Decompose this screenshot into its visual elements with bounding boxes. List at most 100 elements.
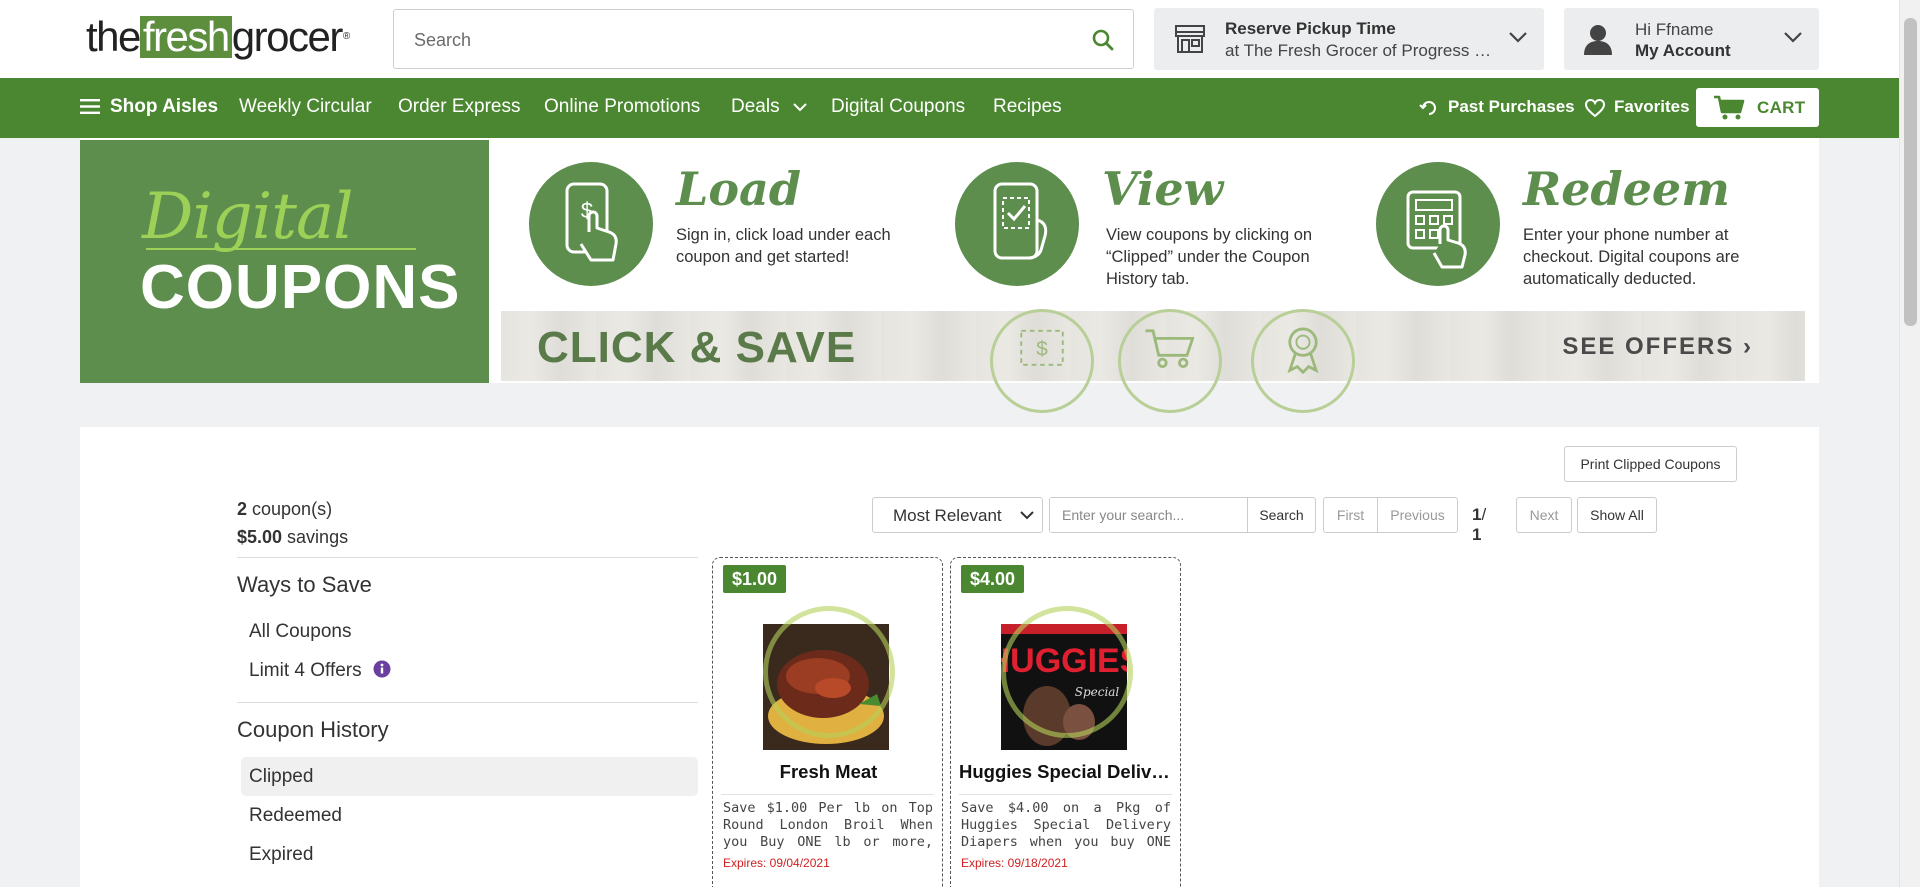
filter-redeemed[interactable]: Redeemed — [237, 796, 698, 835]
coupon-divider — [721, 794, 934, 795]
coupon-expiration: Expires: 09/04/2021 — [723, 856, 830, 870]
page-scrollbar[interactable] — [1899, 0, 1920, 887]
coupon-filter-sidebar: Ways to Save All Coupons Limit 4 Offers … — [237, 557, 698, 874]
store-logo[interactable]: the fresh grocer ® — [86, 13, 350, 60]
coupon-card[interactable]: $4.00 HUGGIES Special Huggies Special De… — [950, 557, 1181, 887]
store-icon — [1175, 25, 1205, 53]
step-view-title: View — [1102, 162, 1224, 216]
ways-to-save-heading: Ways to Save — [237, 572, 372, 597]
account-greeting: Hi Ffname — [1635, 20, 1714, 39]
hero-digital-text: Digital — [142, 180, 354, 254]
sidebar-divider — [237, 557, 698, 558]
cart-label: CART — [1757, 98, 1806, 117]
pickup-store: at The Fresh Grocer of Progress Pl... — [1225, 41, 1495, 60]
site-search — [393, 9, 1134, 69]
account-menu-button[interactable]: Hi Ffname My Account — [1564, 8, 1819, 70]
sidebar-divider — [237, 702, 698, 703]
logo-the: the — [86, 13, 141, 60]
nav-online-promotions[interactable]: Online Promotions — [544, 96, 700, 118]
step-load-desc: Sign in, click load under each coupon an… — [676, 226, 891, 266]
coupon-expiration: Expires: 09/18/2021 — [961, 856, 1068, 870]
nav-past-purchases[interactable]: Past Purchases — [1448, 97, 1575, 117]
nav-order-express[interactable]: Order Express — [398, 96, 520, 118]
coupon-product-name: Fresh Meat — [779, 761, 878, 782]
chevron-down-icon — [793, 103, 807, 112]
logo-fresh: fresh — [139, 16, 232, 58]
nav-deals-label: Deals — [731, 96, 780, 117]
main-nav: Shop Aisles Weekly Circular Order Expres… — [0, 78, 1899, 138]
logo-grocer: grocer — [231, 13, 344, 60]
coupon-description: Save $1.00 Per lb on Top Round London Br… — [723, 800, 933, 850]
nav-favorites[interactable]: Favorites — [1614, 97, 1690, 117]
filter-limit-offers-label: Limit 4 Offers — [249, 660, 362, 681]
coupon-history-heading: Coupon History — [237, 717, 389, 742]
coupon-value-badge: $1.00 — [723, 565, 787, 593]
click-save-banner[interactable]: CLICK & SAVE $ SEE OFFERS › — [501, 309, 1805, 413]
click-save-text: CLICK & SAVE — [537, 323, 857, 372]
coupon-summary: 2 coupon(s) $5.00 savings — [237, 495, 348, 551]
info-icon[interactable] — [373, 660, 391, 678]
coupon-product-name: Huggies Special Delivery — [959, 761, 1174, 782]
clipped-ring-indicator — [1001, 606, 1133, 738]
ribbon-badge-icon — [1251, 309, 1355, 413]
digital-coupons-hero: Digital COUPONS $ Load Sign in, click lo… — [80, 138, 1819, 413]
hero-divider — [146, 248, 416, 250]
coupon-search-input[interactable] — [1050, 498, 1230, 532]
heart-icon — [1584, 98, 1606, 118]
history-icon — [1419, 101, 1436, 115]
print-clipped-coupons-button[interactable]: Print Clipped Coupons — [1564, 446, 1737, 482]
cart-icon — [1714, 95, 1745, 120]
chevron-down-icon — [1020, 511, 1034, 520]
account-label: My Account — [1635, 41, 1731, 60]
cart-button[interactable]: CART — [1696, 88, 1819, 127]
show-all-button[interactable]: Show All — [1577, 497, 1657, 533]
nav-recipes[interactable]: Recipes — [993, 96, 1062, 118]
scrollbar-thumb[interactable] — [1904, 18, 1917, 326]
phone-check-icon — [955, 162, 1079, 286]
search-input[interactable] — [414, 28, 1054, 52]
keypad-tap-icon — [1376, 162, 1500, 286]
step-redeem-title: Redeem — [1523, 162, 1730, 216]
nav-shop-aisles[interactable]: Shop Aisles — [110, 96, 218, 118]
hero-title-panel: Digital COUPONS — [80, 140, 489, 383]
filter-clipped[interactable]: Clipped — [241, 757, 698, 796]
hamburger-menu-icon[interactable] — [80, 98, 100, 115]
nav-deals[interactable]: Deals — [731, 96, 807, 118]
pickup-title: Reserve Pickup Time — [1225, 19, 1396, 38]
filter-limit-offers[interactable]: Limit 4 Offers — [237, 651, 698, 690]
cart-outline-icon — [1118, 309, 1222, 413]
coupon-card[interactable]: $1.00 Fresh Meat Save $1.00 Per lb on To… — [712, 557, 943, 887]
pagination-next-button[interactable]: Next — [1516, 497, 1572, 533]
coupon-savings: $5.00 savings — [237, 527, 349, 547]
sort-select[interactable]: Most Relevant — [872, 497, 1043, 533]
logo-registered-mark: ® — [342, 31, 350, 42]
coupon-value-badge: $4.00 — [961, 565, 1025, 593]
coupon-search — [1049, 497, 1247, 533]
pagination-previous-button[interactable]: Previous — [1377, 497, 1458, 533]
see-offers-link[interactable]: SEE OFFERS › — [1562, 333, 1753, 361]
nav-weekly-circular[interactable]: Weekly Circular — [239, 96, 372, 118]
nav-digital-coupons[interactable]: Digital Coupons — [831, 96, 965, 118]
step-load-title: Load — [676, 162, 801, 216]
step-redeem-desc: Enter your phone number at checkout. Dig… — [1523, 226, 1740, 288]
pagination-first-button[interactable]: First — [1323, 497, 1378, 533]
phone-tap-icon: $ — [529, 162, 653, 286]
chevron-down-icon — [1509, 32, 1527, 43]
coupon-description: Save $4.00 on a Pkg of Huggies Special D… — [961, 800, 1171, 850]
search-icon[interactable] — [1091, 28, 1115, 52]
reserve-pickup-button[interactable]: Reserve Pickup Time at The Fresh Grocer … — [1154, 8, 1544, 70]
svg-text:$: $ — [1036, 337, 1048, 360]
pagination-indicator: 1/ 1 — [1472, 505, 1487, 544]
top-header: thefreshgrocer® Reserve Pickup Time at T… — [0, 0, 1899, 78]
chevron-down-icon — [1784, 32, 1802, 43]
coupon-count: 2 coupon(s) — [237, 499, 333, 519]
filter-expired[interactable]: Expired — [237, 835, 698, 874]
coupon-search-button[interactable]: Search — [1247, 497, 1316, 533]
dollar-coupon-icon: $ — [990, 309, 1094, 413]
user-icon — [1584, 25, 1612, 55]
clipped-ring-indicator — [763, 606, 895, 738]
coupon-divider — [959, 794, 1172, 795]
filter-all-coupons[interactable]: All Coupons — [237, 612, 698, 651]
coupons-panel: Print Clipped Coupons 2 coupon(s) $5.00 … — [80, 427, 1819, 887]
step-view-desc: View coupons by clicking on “Clipped” un… — [1106, 226, 1313, 288]
